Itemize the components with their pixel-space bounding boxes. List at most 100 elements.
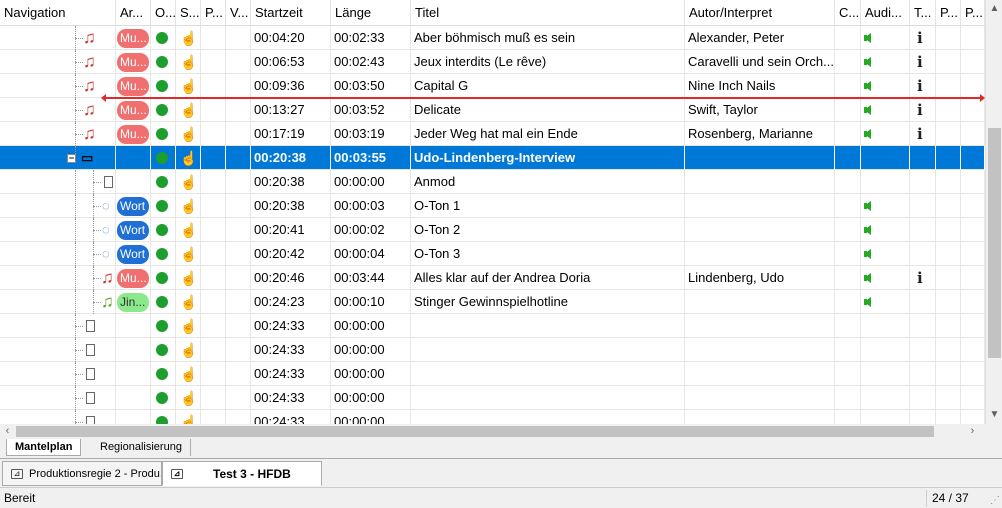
column-header-p[interactable]: P... <box>201 0 226 26</box>
playback-position-line[interactable] <box>101 94 985 102</box>
table-row[interactable]: 00:00:00 00:24:33 ☝ <box>0 410 985 424</box>
table-row[interactable]: Alexander, Peter Aber böhmisch muß es sei… <box>0 26 985 50</box>
column-header-category[interactable]: Ar... <box>116 0 151 26</box>
info-icon[interactable]: i <box>917 52 923 72</box>
info-icon[interactable]: i <box>917 76 923 96</box>
hand-pointer-icon[interactable]: ☝ <box>180 53 197 71</box>
cell-v <box>226 338 251 362</box>
status-bar: Bereit 24 / 37 ⋰ <box>0 487 1002 508</box>
cell-autor-interpret: Nine Inch Nails <box>685 74 835 98</box>
status-dot-icon <box>156 80 168 92</box>
column-header-t[interactable]: T... <box>910 0 936 26</box>
table-row[interactable]: 00:00:00 00:24:33 ☝ <box>0 362 985 386</box>
cell-p3 <box>961 266 985 290</box>
hand-pointer-icon[interactable]: ☝ <box>180 293 197 311</box>
cell-laenge: 00:03:44 <box>331 266 411 290</box>
scroll-down-icon[interactable]: ▼ <box>986 406 1002 423</box>
hand-pointer-icon[interactable]: ☝ <box>180 389 197 407</box>
hand-pointer-icon[interactable]: ☝ <box>180 149 197 167</box>
speaker-icon[interactable] <box>864 105 871 115</box>
column-header-startzeit[interactable]: Startzeit <box>251 0 331 26</box>
column-header-audio[interactable]: Audi... <box>861 0 910 26</box>
column-header-p3[interactable]: P... <box>961 0 985 26</box>
column-header-status[interactable]: O... <box>151 0 176 26</box>
hand-pointer-icon[interactable]: ☝ <box>180 197 197 215</box>
column-header-c[interactable]: C... <box>835 0 861 26</box>
column-header-titel[interactable]: Titel <box>411 0 685 26</box>
hand-pointer-icon[interactable]: ☝ <box>180 125 197 143</box>
table-row[interactable]: Stinger Gewinnspielhotline 00:00:10 00:24:… <box>0 290 985 314</box>
column-header-autor-interpret[interactable]: Autor/Interpret <box>685 0 835 26</box>
hand-pointer-icon[interactable]: ☝ <box>180 221 197 239</box>
hand-pointer-icon[interactable]: ☝ <box>180 77 197 95</box>
table-row[interactable]: 00:00:00 00:24:33 ☝ <box>0 314 985 338</box>
speaker-icon[interactable] <box>864 81 871 91</box>
speech-bubble-icon: ◌ <box>102 198 110 213</box>
cell-p3 <box>961 122 985 146</box>
cell-category <box>116 170 151 194</box>
column-header-navigation[interactable]: Navigation <box>0 0 116 26</box>
tab-regionalisierung[interactable]: Regionalisierung <box>92 439 191 456</box>
cell-titel: Jeux interdits (Le rêve) <box>411 50 685 74</box>
horizontal-scroll-thumb[interactable] <box>16 426 934 437</box>
cell-laenge: 00:00:00 <box>331 170 411 194</box>
hand-pointer-icon[interactable]: ☝ <box>180 245 197 263</box>
cell-laenge: 00:00:00 <box>331 410 411 424</box>
info-icon[interactable]: i <box>917 100 923 120</box>
column-header-p2[interactable]: P... <box>936 0 961 26</box>
hand-pointer-icon[interactable]: ☝ <box>180 29 197 47</box>
table-row[interactable]: O-Ton 3 00:00:04 00:20:42 ◌ Wort ☝ <box>0 242 985 266</box>
hand-pointer-icon[interactable]: ☝ <box>180 269 197 287</box>
status-dot-icon <box>156 152 168 164</box>
status-dot-icon <box>156 176 168 188</box>
hand-pointer-icon[interactable]: ☝ <box>180 341 197 359</box>
cell-laenge: 00:03:19 <box>331 122 411 146</box>
tab-mantelplan[interactable]: Mantelplan <box>6 439 82 456</box>
speaker-icon[interactable] <box>864 57 871 67</box>
hand-pointer-icon[interactable]: ☝ <box>180 413 197 424</box>
hand-pointer-icon[interactable]: ☝ <box>180 173 197 191</box>
speaker-icon[interactable] <box>864 129 871 139</box>
table-row[interactable]: Anmod 00:00:00 00:20:38 ☝ <box>0 170 985 194</box>
speaker-icon[interactable] <box>864 297 871 307</box>
info-icon[interactable]: i <box>917 28 923 48</box>
hand-pointer-icon[interactable]: ☝ <box>180 101 197 119</box>
hand-pointer-icon[interactable]: ☝ <box>180 317 197 335</box>
horizontal-scrollbar[interactable]: ‹ › <box>0 424 985 439</box>
info-icon[interactable]: i <box>917 124 923 144</box>
table-row[interactable]: Rosenberg, Marianne Jeder Weg hat mal ein… <box>0 122 985 146</box>
column-header-laenge[interactable]: Länge <box>331 0 411 26</box>
table-row[interactable]: Lindenberg, Udo Alles klar auf der Andrea… <box>0 266 985 290</box>
hand-pointer-icon[interactable]: ☝ <box>180 365 197 383</box>
table-row[interactable]: Udo-Lindenberg-Interview 00:03:55 00:20:38… <box>0 146 985 170</box>
column-header-v[interactable]: V... <box>226 0 251 26</box>
cell-t <box>910 50 936 74</box>
scroll-right-icon[interactable]: › <box>965 424 980 439</box>
resize-grip-icon[interactable]: ⋰ <box>990 495 1000 506</box>
scroll-left-icon[interactable]: ‹ <box>0 424 15 439</box>
column-header-s[interactable]: S... <box>176 0 201 26</box>
tab-produktionsregie[interactable]: ⊿ Produktionsregie 2 - Produ... <box>2 461 162 486</box>
info-icon[interactable]: i <box>917 268 923 288</box>
vertical-scrollbar[interactable]: ▲ ▼ <box>985 0 1002 424</box>
playlist-grid[interactable]: Navigation Ar... O... S... P... V... Startzeit… <box>0 0 985 424</box>
table-row[interactable]: O-Ton 1 00:00:03 00:20:38 ◌ Wort ☝ <box>0 194 985 218</box>
table-row[interactable]: O-Ton 2 00:00:02 00:20:41 ◌ Wort ☝ <box>0 218 985 242</box>
speaker-icon[interactable] <box>864 201 871 211</box>
table-row[interactable]: Swift, Taylor Delicate 00:03:52 00:13:27 ♫ Mu… <box>0 98 985 122</box>
tree-navigation: ♫ <box>0 26 116 50</box>
speaker-icon[interactable] <box>864 225 871 235</box>
table-row[interactable]: 00:00:00 00:24:33 ☝ <box>0 338 985 362</box>
table-row[interactable]: Nine Inch Nails Capital G 00:03:50 00:09:36… <box>0 74 985 98</box>
tree-navigation <box>0 314 116 338</box>
speaker-icon[interactable] <box>864 273 871 283</box>
scroll-up-icon[interactable]: ▲ <box>986 0 1002 17</box>
collapse-toggle-icon[interactable]: − <box>67 154 76 163</box>
table-row[interactable]: Caravelli und sein Orch... Jeux interdits… <box>0 50 985 74</box>
table-row[interactable]: 00:00:00 00:24:33 ☝ <box>0 386 985 410</box>
speaker-icon[interactable] <box>864 33 871 43</box>
plan-icon: ⊿ <box>11 469 23 479</box>
vertical-scroll-thumb[interactable] <box>988 128 1001 358</box>
tab-test-3-hfdb[interactable]: ⊿ Test 3 - HFDB <box>162 461 322 486</box>
speaker-icon[interactable] <box>864 249 871 259</box>
